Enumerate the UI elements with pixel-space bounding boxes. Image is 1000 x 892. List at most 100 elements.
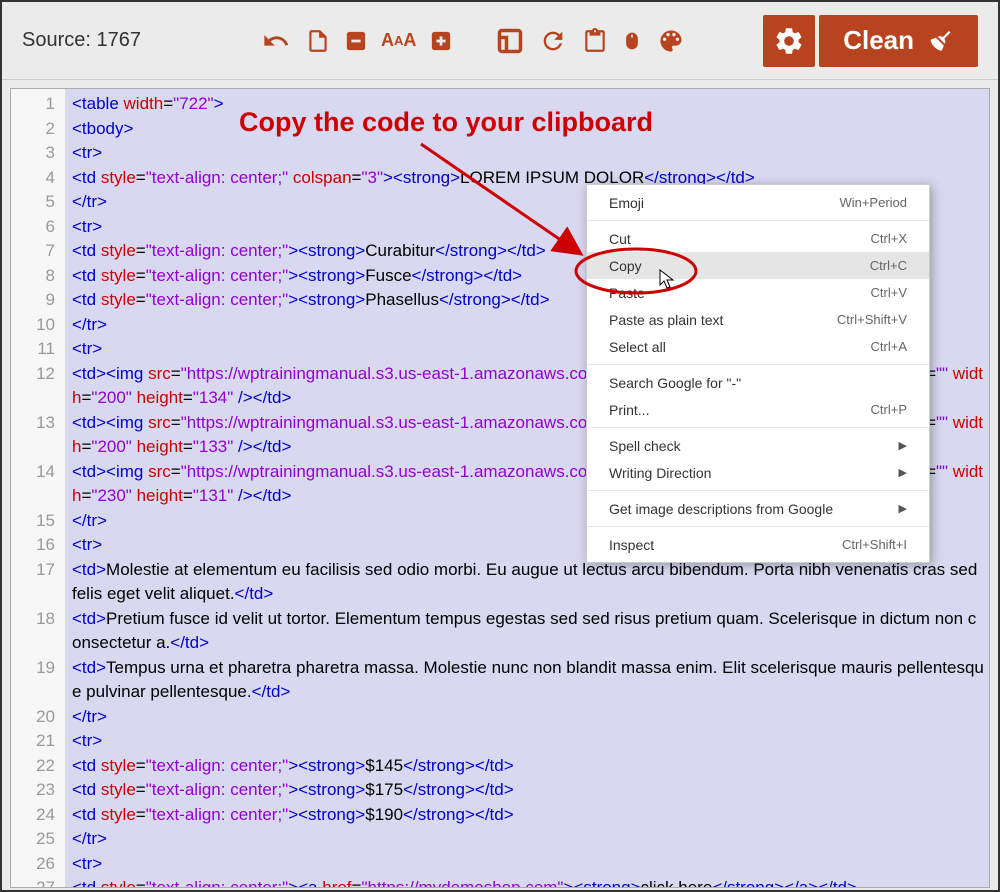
line-number: 27: [11, 876, 65, 888]
menu-item-label: Paste: [609, 285, 645, 301]
line-number: 19: [11, 656, 65, 705]
menu-shortcut: Ctrl+C: [870, 258, 907, 273]
code-editor[interactable]: Copy the code to your clipboard EmojiWin…: [10, 88, 990, 888]
code-line[interactable]: <td style="text-align: center;"><a href=…: [72, 876, 985, 887]
menu-separator: [587, 364, 929, 365]
line-number: 4: [11, 166, 65, 191]
menu-item-select-all[interactable]: Select all Ctrl+A: [587, 333, 929, 360]
line-number: 20: [11, 705, 65, 730]
menu-item-emoji[interactable]: Emoji Win+Period: [587, 189, 929, 216]
line-number: 21: [11, 729, 65, 754]
menu-item-get-image-descriptions-from-google[interactable]: Get image descriptions from Google ▶: [587, 495, 929, 522]
refresh-icon[interactable]: [538, 27, 568, 55]
menu-shortcut: Ctrl+Shift+V: [837, 312, 907, 327]
line-number: 18: [11, 607, 65, 656]
code-line[interactable]: <td>Pretium fusce id velit ut tortor. El…: [72, 607, 985, 656]
menu-item-label: Writing Direction: [609, 465, 711, 481]
line-number: 8: [11, 264, 65, 289]
menu-item-search-google-for-[interactable]: Search Google for "-": [587, 369, 929, 396]
code-line[interactable]: <td>Molestie at elementum eu facilisis s…: [72, 558, 985, 607]
increase-font-icon[interactable]: [430, 30, 452, 52]
line-number: 23: [11, 778, 65, 803]
line-number: 6: [11, 215, 65, 240]
line-number: 5: [11, 190, 65, 215]
code-line[interactable]: <tr>: [72, 141, 985, 166]
context-menu: Emoji Win+Period Cut Ctrl+X Copy Ctrl+C Paste C…: [586, 184, 930, 563]
line-gutter: 1234567891011121314151617181920212223242…: [11, 89, 66, 887]
menu-shortcut: Win+Period: [839, 195, 907, 210]
menu-item-label: Get image descriptions from Google: [609, 501, 833, 517]
line-number: 24: [11, 803, 65, 828]
menu-separator: [587, 427, 929, 428]
menu-shortcut: Ctrl+P: [871, 402, 907, 417]
clean-button[interactable]: Clean: [819, 15, 978, 67]
menu-shortcut: Ctrl+A: [871, 339, 907, 354]
clipboard-icon[interactable]: [582, 26, 608, 56]
menu-separator: [587, 220, 929, 221]
undo-icon[interactable]: [261, 27, 291, 55]
line-number: 10: [11, 313, 65, 338]
menu-item-label: Emoji: [609, 195, 644, 211]
line-number: 1: [11, 92, 65, 117]
menu-item-spell-check[interactable]: Spell check ▶: [587, 432, 929, 459]
line-number: 15: [11, 509, 65, 534]
menu-item-paste-as-plain-text[interactable]: Paste as plain text Ctrl+Shift+V: [587, 306, 929, 333]
code-line[interactable]: <td style="text-align: center;"><strong>…: [72, 778, 985, 803]
menu-item-label: Copy: [609, 258, 642, 274]
line-number: 14: [11, 460, 65, 509]
toolbar: Source: 1767 AAA Clean: [2, 2, 998, 80]
menu-shortcut: Ctrl+V: [871, 285, 907, 300]
menu-item-label: Inspect: [609, 537, 654, 553]
code-line[interactable]: <tr>: [72, 729, 985, 754]
line-number: 11: [11, 337, 65, 362]
menu-shortcut: Ctrl+Shift+I: [842, 537, 907, 552]
line-number: 17: [11, 558, 65, 607]
mouse-icon[interactable]: [622, 26, 642, 56]
line-number: 9: [11, 288, 65, 313]
menu-separator: [587, 490, 929, 491]
menu-item-inspect[interactable]: Inspect Ctrl+Shift+I: [587, 531, 929, 558]
menu-item-print-[interactable]: Print... Ctrl+P: [587, 396, 929, 423]
menu-item-label: Select all: [609, 339, 666, 355]
line-number: 25: [11, 827, 65, 852]
menu-shortcut: Ctrl+X: [871, 231, 907, 246]
menu-item-label: Paste as plain text: [609, 312, 723, 328]
line-number: 22: [11, 754, 65, 779]
line-number: 3: [11, 141, 65, 166]
menu-separator: [587, 526, 929, 527]
submenu-arrow-icon: ▶: [899, 466, 907, 479]
menu-item-label: Cut: [609, 231, 631, 247]
code-line[interactable]: </tr>: [72, 827, 985, 852]
submenu-arrow-icon: ▶: [899, 502, 907, 515]
menu-item-paste[interactable]: Paste Ctrl+V: [587, 279, 929, 306]
code-line[interactable]: <table width="722">: [72, 92, 985, 117]
new-file-icon[interactable]: [305, 26, 331, 56]
menu-item-label: Search Google for "-": [609, 375, 741, 391]
code-line[interactable]: <td style="text-align: center;"><strong>…: [72, 754, 985, 779]
submenu-arrow-icon: ▶: [899, 439, 907, 452]
gear-icon: [773, 25, 805, 57]
menu-item-copy[interactable]: Copy Ctrl+C: [587, 252, 929, 279]
menu-item-label: Spell check: [609, 438, 681, 454]
menu-item-label: Print...: [609, 402, 649, 418]
settings-button[interactable]: [763, 15, 815, 67]
code-line[interactable]: <td style="text-align: center;"><strong>…: [72, 803, 985, 828]
decrease-font-icon[interactable]: [345, 30, 367, 52]
menu-item-writing-direction[interactable]: Writing Direction ▶: [587, 459, 929, 486]
line-number: 26: [11, 852, 65, 877]
palette-icon[interactable]: [656, 27, 686, 55]
menu-item-cut[interactable]: Cut Ctrl+X: [587, 225, 929, 252]
broom-icon: [928, 26, 954, 56]
frame-icon[interactable]: [496, 27, 524, 55]
code-line[interactable]: <tr>: [72, 852, 985, 877]
code-line[interactable]: <td>Tempus urna et pharetra pharetra mas…: [72, 656, 985, 705]
line-number: 7: [11, 239, 65, 264]
line-number: 12: [11, 362, 65, 411]
toolbar-icons-group: AAA: [261, 26, 686, 56]
font-size-icon[interactable]: AAA: [381, 30, 416, 51]
line-number: 2: [11, 117, 65, 142]
code-line[interactable]: <tbody>: [72, 117, 985, 142]
source-label: Source: 1767: [22, 29, 141, 52]
code-line[interactable]: </tr>: [72, 705, 985, 730]
clean-button-label: Clean: [843, 25, 914, 56]
